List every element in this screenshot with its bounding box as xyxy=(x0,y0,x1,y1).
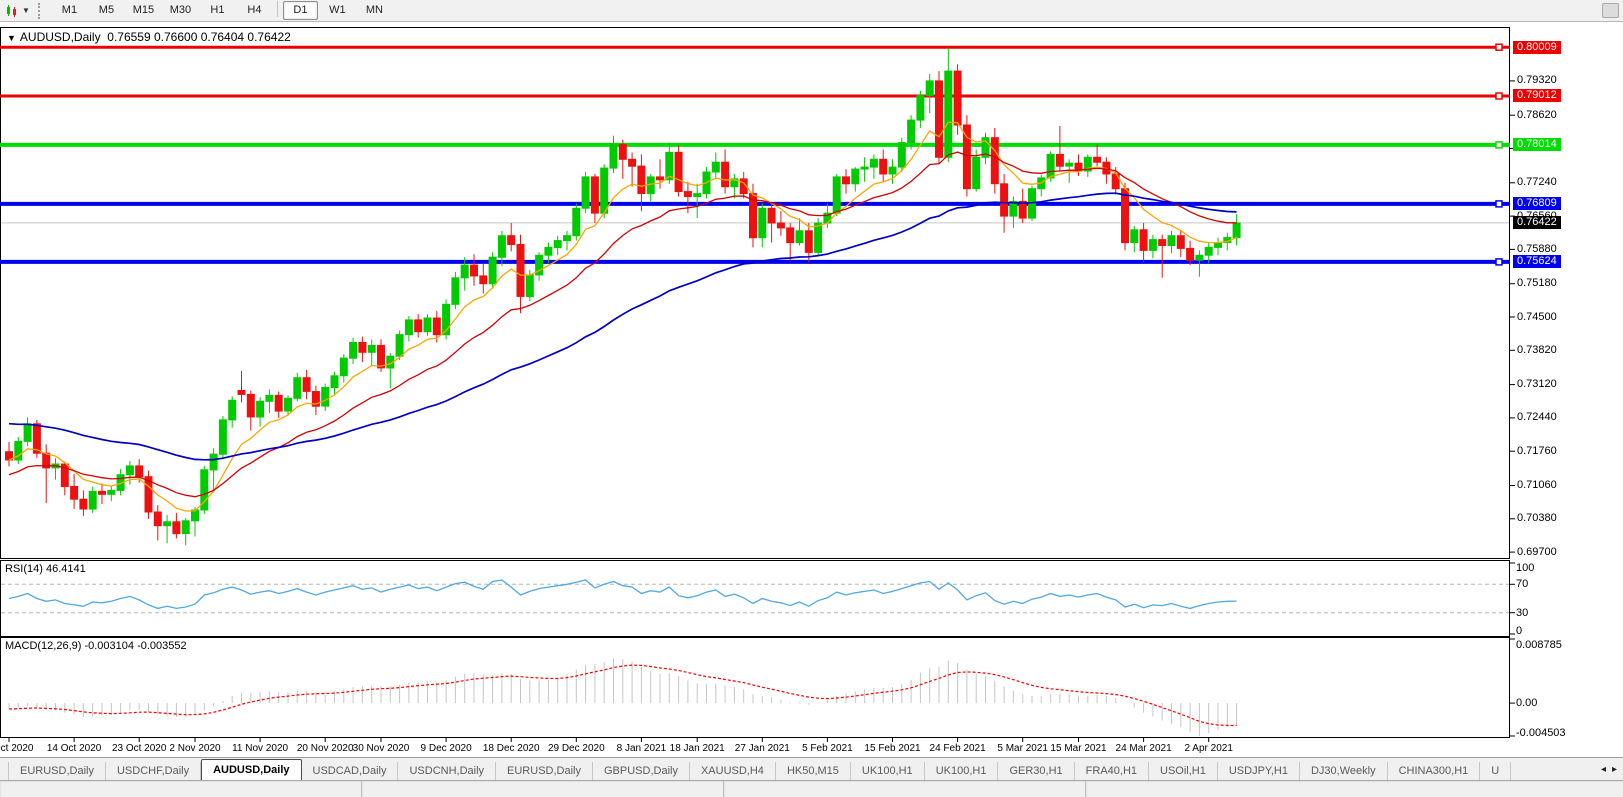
macd-axis-label: 0.008785 xyxy=(1516,639,1562,651)
chart-tab-uk100-h1[interactable]: UK100,H1 xyxy=(851,762,925,780)
time-axis-label: 5 Feb 2021 xyxy=(802,743,853,754)
level-price-label: 0.78014 xyxy=(1513,138,1561,152)
chart-tab-ger30-h1[interactable]: GER30,H1 xyxy=(998,762,1075,780)
time-axis-label: 24 Feb 2021 xyxy=(929,743,986,754)
time-axis-label: 24 Mar 2021 xyxy=(1115,743,1172,754)
current-price-label: 0.76422 xyxy=(1513,216,1561,230)
price-axis-tick: 0.74500 xyxy=(1517,310,1557,323)
time-axis-label: 23 Oct 2020 xyxy=(111,743,167,754)
level-price-label: 0.80009 xyxy=(1513,40,1561,54)
status-segment xyxy=(0,781,362,797)
chart-tab-china300-h1[interactable]: CHINA300,H1 xyxy=(1388,762,1481,780)
chart-tab-usdcad-daily[interactable]: USDCAD,Daily xyxy=(302,762,399,780)
chart-tab-bar: EURUSD,Daily USDCHF,Daily AUDUSD,Daily USDC… xyxy=(0,757,1623,780)
time-axis-label: 15 Feb 2021 xyxy=(864,743,921,754)
tab-scroll-right-icon[interactable]: ▸ xyxy=(1609,764,1620,775)
chart-ohlc-quote: 0.76559 0.76600 0.76404 0.76422 xyxy=(107,30,291,44)
time-axis-label: 20 Nov 2020 xyxy=(296,743,354,754)
rsi-axis-label: 30 xyxy=(1516,606,1529,619)
level-price-label: 0.76809 xyxy=(1513,197,1561,211)
macd-indicator-label: MACD(12,26,9) -0.003104 -0.003552 xyxy=(5,640,187,652)
level-price-label: 0.75624 xyxy=(1513,255,1561,269)
time-axis-label: 5 Mar 2021 xyxy=(997,743,1048,754)
chart-tab-audusd-daily[interactable]: AUDUSD,Daily xyxy=(201,759,302,780)
status-segment xyxy=(1086,781,1623,797)
rsi-axis-label: 70 xyxy=(1516,578,1529,591)
time-axis-label: 2 Apr 2021 xyxy=(1184,743,1233,754)
level-price-label: 0.79012 xyxy=(1513,89,1561,103)
time-axis-label: 11 Nov 2020 xyxy=(232,743,289,754)
chart-tab-usdjpy-h1[interactable]: USDJPY,H1 xyxy=(1218,762,1300,780)
chart-tab-u[interactable]: U xyxy=(1480,762,1512,780)
time-axis-label: 14 Oct 2020 xyxy=(46,743,102,754)
time-axis-label: 18 Dec 2020 xyxy=(482,743,540,754)
chart-tab-eurusd-daily[interactable]: EURUSD,Daily xyxy=(8,762,106,780)
time-axis-label: 5 Oct 2020 xyxy=(0,743,34,754)
chart-tab-gbpusd-daily[interactable]: GBPUSD,Daily xyxy=(593,762,690,780)
status-segment xyxy=(362,781,724,797)
time-axis-label: 18 Jan 2021 xyxy=(669,743,725,754)
price-axis-tick: 0.71760 xyxy=(1517,444,1557,457)
chart-tab-uk100-h1[interactable]: UK100,H1 xyxy=(925,762,999,780)
chart-tab-usdchf-daily[interactable]: USDCHF,Daily xyxy=(106,762,202,780)
status-bar xyxy=(0,780,1623,797)
time-axis-label: 9 Dec 2020 xyxy=(420,743,472,754)
chart-tab-usdcnh-daily[interactable]: USDCNH,Daily xyxy=(398,762,497,780)
symbol-dropdown-icon[interactable]: ▼ xyxy=(7,33,16,43)
time-axis-label: 8 Jan 2021 xyxy=(616,743,667,754)
chart-canvas[interactable] xyxy=(0,0,1623,796)
price-axis-tick: 0.78620 xyxy=(1517,108,1557,121)
chart-tab-fra40-h1[interactable]: FRA40,H1 xyxy=(1075,762,1150,780)
chart-symbol-period: AUDUSD,Daily xyxy=(19,30,101,44)
rsi-indicator-label: RSI(14) 46.4141 xyxy=(5,563,86,575)
price-axis-tick: 0.71060 xyxy=(1517,479,1557,491)
chart-tab-usoil-h1[interactable]: USOil,H1 xyxy=(1149,762,1218,780)
price-axis-tick: 0.79320 xyxy=(1517,74,1557,87)
rsi-axis-label: 100 xyxy=(1516,562,1535,574)
terminal-window: ▼ M1 M5 M15 M30 H1 H4 D1 W1 MN ▼ AUDUSD,Daily 0.7… xyxy=(0,0,1623,797)
macd-axis-label: -0.004503 xyxy=(1516,727,1566,739)
chart-title: ▼ AUDUSD,Daily 0.76559 0.76600 0.76404 0.… xyxy=(7,30,291,44)
chart-tab-xauusd-h4[interactable]: XAUUSD,H4 xyxy=(690,762,776,780)
chart-tab-dj30-weekly[interactable]: DJ30,Weekly xyxy=(1300,762,1388,780)
tab-scroll-left-icon[interactable]: ◂ xyxy=(1598,764,1609,775)
time-axis-label: 27 Jan 2021 xyxy=(734,743,790,754)
price-axis-tick: 0.75180 xyxy=(1517,277,1557,290)
macd-axis-label: 0.00 xyxy=(1516,697,1538,710)
time-axis-label: 15 Mar 2021 xyxy=(1050,743,1107,754)
price-axis-tick: 0.75880 xyxy=(1517,242,1557,255)
price-axis-tick: 0.72440 xyxy=(1517,411,1557,424)
price-axis-tick: 0.70380 xyxy=(1517,512,1557,525)
rsi-axis-label: 0 xyxy=(1516,625,1523,637)
time-axis-label: 29 Dec 2020 xyxy=(547,743,605,754)
price-axis-tick: 0.73820 xyxy=(1517,343,1557,356)
time-axis-label: 2 Nov 2020 xyxy=(169,743,221,754)
time-axis-label: 30 Nov 2020 xyxy=(352,743,410,754)
price-axis-tick: 0.73120 xyxy=(1517,378,1557,391)
tab-scroll-arrows: ◂ ▸ xyxy=(1598,758,1623,780)
chart-tab-eurusd-daily[interactable]: EURUSD,Daily xyxy=(496,762,593,780)
price-axis-tick: 0.69700 xyxy=(1517,545,1557,558)
status-segment xyxy=(724,781,1086,797)
price-axis-tick: 0.77240 xyxy=(1517,176,1557,189)
chart-tab-hk50-m15[interactable]: HK50,M15 xyxy=(776,762,851,780)
